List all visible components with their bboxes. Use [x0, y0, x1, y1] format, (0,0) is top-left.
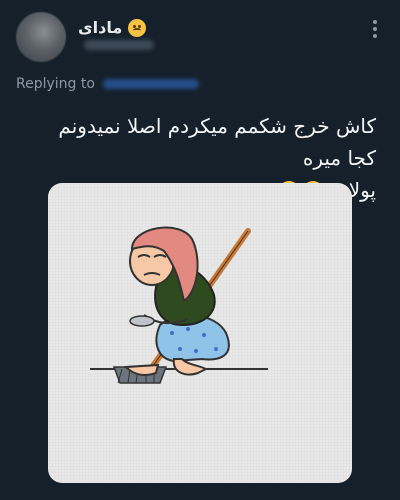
cartoon-woman-sweeping-illustration	[90, 226, 268, 384]
display-name-row[interactable]: مادای	[78, 18, 147, 37]
avatar[interactable]	[16, 12, 66, 62]
user-handle-blurred[interactable]	[84, 40, 154, 50]
tweet-media-image[interactable]	[48, 183, 352, 483]
foot-left	[172, 358, 209, 376]
tweet-header: مادای	[0, 0, 400, 70]
more-options-icon[interactable]	[372, 20, 378, 38]
coin-in-hand	[129, 315, 155, 327]
display-name[interactable]: مادای	[78, 18, 122, 37]
replying-to-label: Replying to	[16, 76, 95, 92]
replying-to: Replying to	[16, 76, 199, 92]
tweet-text-line-1: کاش خرج شکمم میکردم اصلا نمیدونم کجا میر…	[58, 114, 376, 170]
woozy-face-icon	[128, 18, 147, 37]
replying-to-handle-blurred[interactable]	[102, 79, 199, 89]
